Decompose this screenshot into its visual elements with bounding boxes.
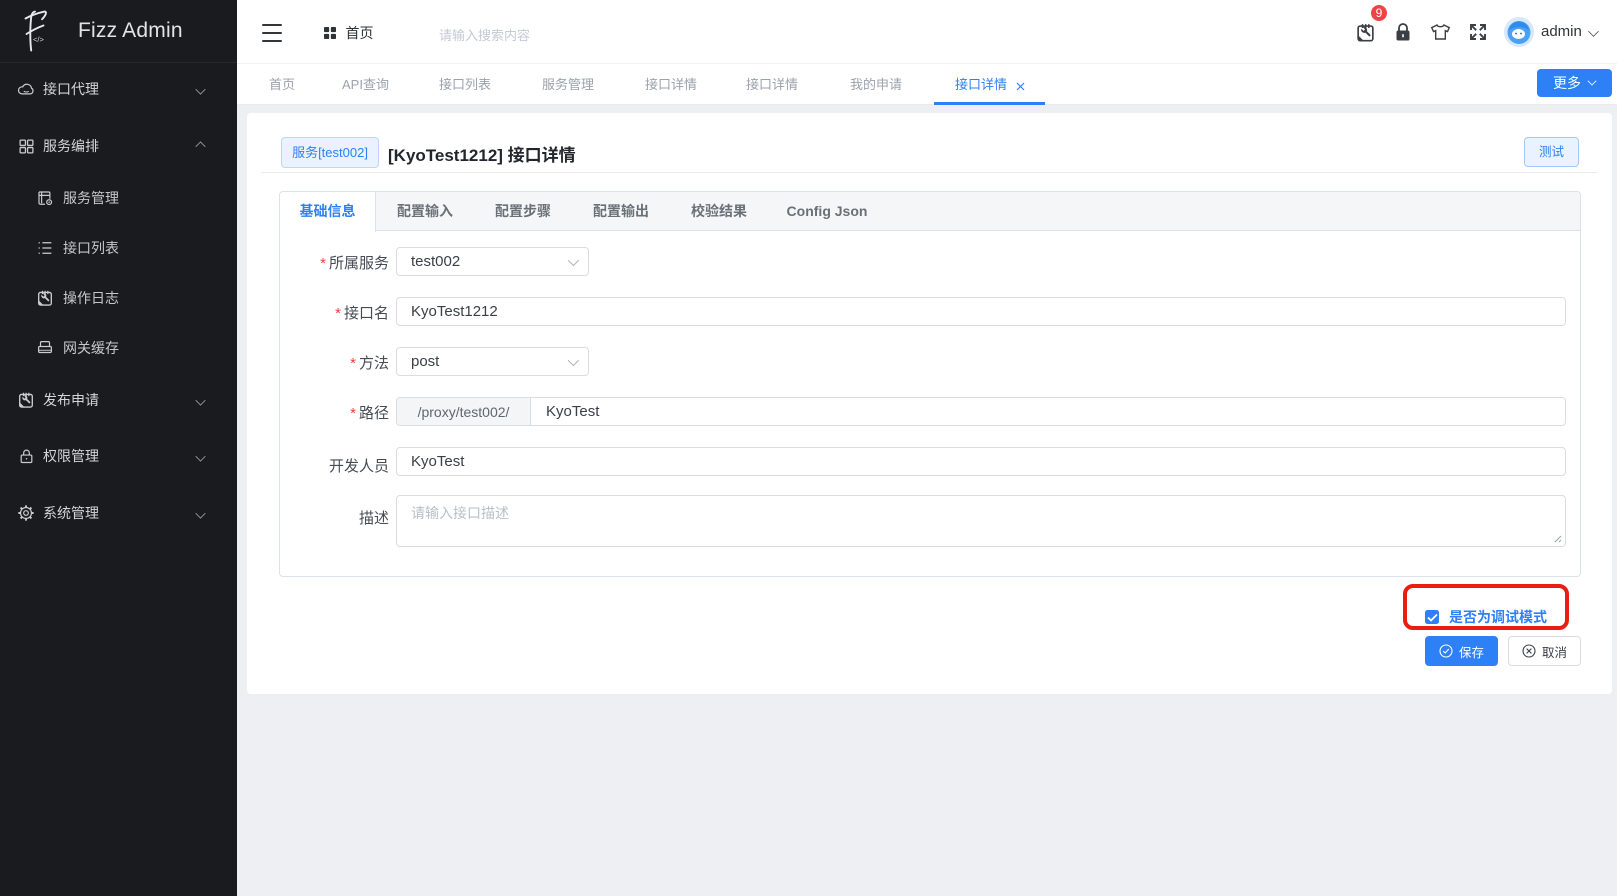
svg-text:</>: </> [33, 35, 44, 44]
